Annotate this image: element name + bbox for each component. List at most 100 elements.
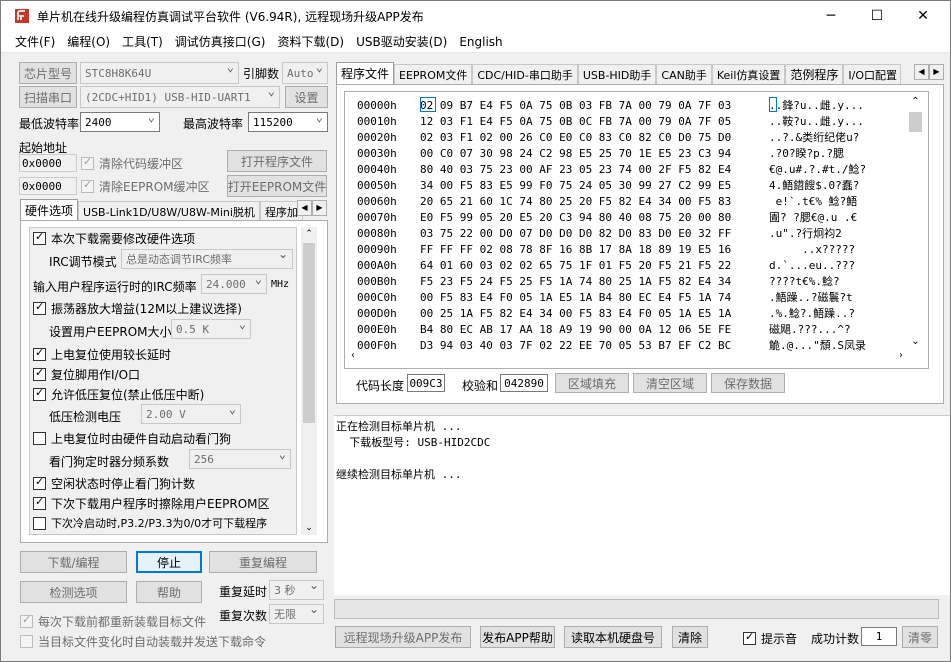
modify-hw-checkbox[interactable] <box>33 230 46 245</box>
reset-pin-io-option[interactable]: 复位脚用作I/O口 <box>33 366 140 383</box>
clear-code-checkbox[interactable] <box>81 155 94 170</box>
reset-pin-io-checkbox[interactable] <box>33 366 46 381</box>
min-baud-select[interactable]: 2400 <box>80 112 160 132</box>
left-tab-scroll-left[interactable]: ◀ <box>297 200 312 216</box>
fill-area-button[interactable]: 区域填充 <box>555 373 629 393</box>
repeat-delay-label: 重复延时 <box>219 585 268 599</box>
stop-button[interactable]: 停止 <box>136 551 202 573</box>
clear-code-buffer-option[interactable]: 清除代码缓冲区 <box>81 155 183 172</box>
close-button[interactable]: ✕ <box>900 1 946 31</box>
low-voltage-reset-checkbox[interactable] <box>33 386 46 401</box>
auto-watchdog-checkbox[interactable] <box>33 432 46 445</box>
low-voltage-reset-option[interactable]: 允许低压复位(禁止低压中断) <box>33 386 204 403</box>
port-select[interactable]: (2CDC+HID1) USB-HID-UART1 <box>80 86 280 108</box>
tab-can[interactable]: CAN助手 <box>656 64 712 84</box>
tab-usb-hid[interactable]: USB-HID助手 <box>577 64 657 84</box>
auto-reload-option[interactable]: 当目标文件变化时自动装载并发送下载命令 <box>20 633 266 650</box>
hw-scroll-down-icon[interactable]: ⌄ <box>301 521 317 535</box>
hex-scroll-right-icon[interactable]: › <box>899 350 903 361</box>
long-reset-delay-option[interactable]: 上电复位使用较长延时 <box>33 346 171 363</box>
log-output[interactable]: 正在检测目标单片机 ... 下载板型号: USB-HID2CDC 继续检测目标单片… <box>334 415 950 595</box>
open-eeprom-file-button[interactable]: 打开EEPROM文件 <box>227 175 327 197</box>
right-tab-scroll-right[interactable]: ▶ <box>929 64 944 80</box>
erase-eeprom-option[interactable]: 下次下载用户程序时擦除用户EEPROM区 <box>33 495 270 512</box>
detect-options-button[interactable]: 检测选项 <box>20 581 127 603</box>
remote-publish-button[interactable]: 远程现场升级APP发布 <box>335 626 471 648</box>
oscillator-gain-option[interactable]: 振荡器放大增益(12M以上建议选择) <box>33 300 242 317</box>
erase-eeprom-checkbox[interactable] <box>33 495 46 510</box>
hex-scroll-left-icon[interactable]: ‹ <box>351 350 355 361</box>
idle-stop-watchdog-checkbox[interactable] <box>33 475 46 490</box>
watchdog-divider-select[interactable]: 256 <box>189 449 291 469</box>
auto-reload-checkbox[interactable] <box>20 635 33 648</box>
max-baud-select[interactable]: 115200 <box>248 112 328 132</box>
clear-eeprom-buffer-option[interactable]: 清除EEPROM缓冲区 <box>81 178 210 195</box>
chip-model-button[interactable]: 芯片型号 <box>19 62 77 84</box>
modify-hw-option[interactable]: 本次下载需要修改硬件选项 <box>33 230 195 247</box>
hw-options-scrollbar[interactable]: ⌃ ⌄ <box>301 227 317 535</box>
tab-usb-link[interactable]: USB-Link1D/U8W/U8W-Mini脱机 <box>78 201 260 221</box>
open-program-file-button[interactable]: 打开程序文件 <box>227 150 327 172</box>
hex-row-ascii: ????t€%.鯰? <box>769 275 840 288</box>
hw-scroll-up-icon[interactable]: ⌃ <box>301 227 317 241</box>
tab-hardware-options[interactable]: 硬件选项 <box>20 199 79 221</box>
menu-usb-driver[interactable]: USB驱动安装(D) <box>350 33 453 50</box>
chip-model-select[interactable]: STC8H8K64U <box>80 62 239 84</box>
reset-count-button[interactable]: 清零 <box>902 626 938 648</box>
pin-count-select[interactable]: Auto <box>282 62 328 84</box>
port-settings-button[interactable]: 设置 <box>285 86 328 108</box>
menu-english[interactable]: English <box>453 35 508 49</box>
hex-hscrollbar[interactable]: ‹ › <box>349 350 905 366</box>
hex-scroll-up-icon[interactable]: ⌃ <box>907 96 924 110</box>
left-tab-scroll-right[interactable]: ▶ <box>312 200 327 216</box>
scan-port-button[interactable]: 扫描串口 <box>19 86 77 108</box>
beep-checkbox[interactable] <box>743 630 756 645</box>
start-address-input-2[interactable]: 0x0000 <box>19 177 77 195</box>
irc-freq-select[interactable]: 24.000 <box>201 274 267 294</box>
start-address-input-1[interactable]: 0x0000 <box>19 154 77 172</box>
right-tab-scroll-left[interactable]: ◀ <box>914 64 929 80</box>
p32-p33-checkbox[interactable] <box>33 516 46 530</box>
menu-download[interactable]: 资料下载(D) <box>271 33 350 50</box>
tab-io-config[interactable]: I/O口配置 <box>843 64 902 84</box>
maximize-button[interactable]: ☐ <box>854 1 900 31</box>
hw-scroll-thumb[interactable] <box>303 243 315 423</box>
clear-eeprom-checkbox[interactable] <box>81 178 94 193</box>
irc-mode-select[interactable]: 总是动态调节IRC频率 <box>121 249 293 269</box>
minimize-button[interactable]: ─ <box>808 1 854 31</box>
download-program-button[interactable]: 下载/编程 <box>20 551 127 573</box>
oscillator-gain-checkbox[interactable] <box>33 300 46 315</box>
save-data-button[interactable]: 保存数据 <box>711 373 785 393</box>
reload-before-download-option[interactable]: 每次下载前都重新装载目标文件 <box>20 613 206 630</box>
eeprom-size-select[interactable]: 0.5 K <box>171 319 251 339</box>
clear-area-button[interactable]: 清空区域 <box>633 373 707 393</box>
reload-checkbox[interactable] <box>20 613 33 628</box>
tab-eeprom-file[interactable]: EEPROM文件 <box>394 64 473 84</box>
beep-option[interactable]: 提示音 <box>743 630 797 647</box>
read-disk-id-button[interactable]: 读取本机硬盘号 <box>564 626 662 648</box>
menu-tools[interactable]: 工具(T) <box>116 33 169 50</box>
p32-p33-option[interactable]: 下次冷启动时,P3.2/P3.3为0/0才可下载程序 <box>33 515 267 531</box>
hex-vscrollbar[interactable]: ⌃ ⌄ <box>907 96 924 350</box>
tab-cdc-hid-serial[interactable]: CDC/HID-串口助手 <box>472 64 578 84</box>
menu-program[interactable]: 编程(O) <box>61 33 116 50</box>
repeat-delay-select[interactable]: 3 秒 <box>269 580 324 600</box>
auto-watchdog-option[interactable]: 上电复位时由硬件自动启动看门狗 <box>33 430 231 447</box>
long-reset-delay-checkbox[interactable] <box>33 346 46 361</box>
clear-log-button[interactable]: 清除 <box>672 626 708 648</box>
tab-examples[interactable]: 范例程序 <box>785 64 844 84</box>
tab-program-file[interactable]: 程序文件 <box>336 62 395 84</box>
hex-view[interactable]: 00000h 02 09 B7 E4 F5 0A 75 0B 03 FB 7A 0… <box>344 91 929 369</box>
low-voltage-select[interactable]: 2.00 V <box>141 404 241 424</box>
tab-keil-sim[interactable]: Keil仿真设置 <box>711 64 786 84</box>
publish-help-button[interactable]: 发布APP帮助 <box>480 626 555 648</box>
repeat-count-select[interactable]: 无限 <box>269 604 324 624</box>
menu-file[interactable]: 文件(F) <box>9 33 61 50</box>
menu-debug[interactable]: 调试仿真接口(G) <box>169 33 272 50</box>
hex-scroll-thumb[interactable] <box>909 112 922 132</box>
idle-stop-watchdog-option[interactable]: 空闲状态时停止看门狗计数 <box>33 475 195 492</box>
code-length-value: 009C3 <box>407 374 445 392</box>
repeat-program-button[interactable]: 重复编程 <box>209 551 317 573</box>
hex-scroll-down-icon[interactable]: ⌄ <box>907 336 924 350</box>
help-button[interactable]: 帮助 <box>136 581 202 603</box>
